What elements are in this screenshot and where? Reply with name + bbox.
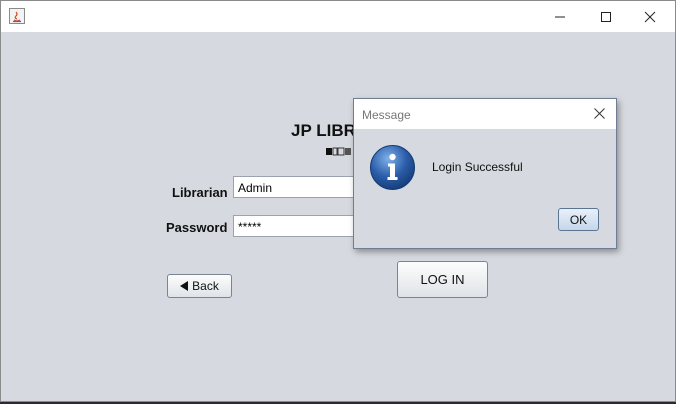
librarian-field[interactable]: Admin xyxy=(233,176,363,198)
login-button[interactable]: LOG IN xyxy=(397,261,488,298)
subtitle-glyphs xyxy=(326,147,351,156)
ok-button-label: OK xyxy=(569,212,588,227)
maximize-button[interactable] xyxy=(583,1,629,32)
ok-button[interactable]: OK xyxy=(558,208,599,231)
dialog-message: Login Successful xyxy=(432,160,523,174)
librarian-label: Librarian xyxy=(172,185,228,200)
library-title: JP LIBR xyxy=(291,121,356,140)
java-app-icon xyxy=(9,8,25,24)
window-titlebar[interactable] xyxy=(1,1,675,32)
back-button-label: Back xyxy=(192,279,219,293)
message-dialog: Message Login Successful OK xyxy=(353,98,617,249)
password-field[interactable]: ***** xyxy=(233,215,363,237)
maximize-icon xyxy=(601,11,611,22)
back-arrow-icon xyxy=(180,281,189,291)
dialog-title: Message xyxy=(362,108,411,122)
close-icon xyxy=(644,11,656,22)
minimize-icon xyxy=(555,16,565,17)
password-label: Password xyxy=(166,220,228,235)
close-icon xyxy=(594,108,605,119)
minimize-button[interactable] xyxy=(537,1,583,32)
login-button-label: LOG IN xyxy=(420,272,465,287)
dialog-titlebar[interactable]: Message xyxy=(354,99,616,129)
close-button[interactable] xyxy=(627,1,673,32)
dialog-close-button[interactable] xyxy=(593,107,606,120)
info-icon xyxy=(370,145,415,190)
back-button[interactable]: Back xyxy=(167,274,232,298)
